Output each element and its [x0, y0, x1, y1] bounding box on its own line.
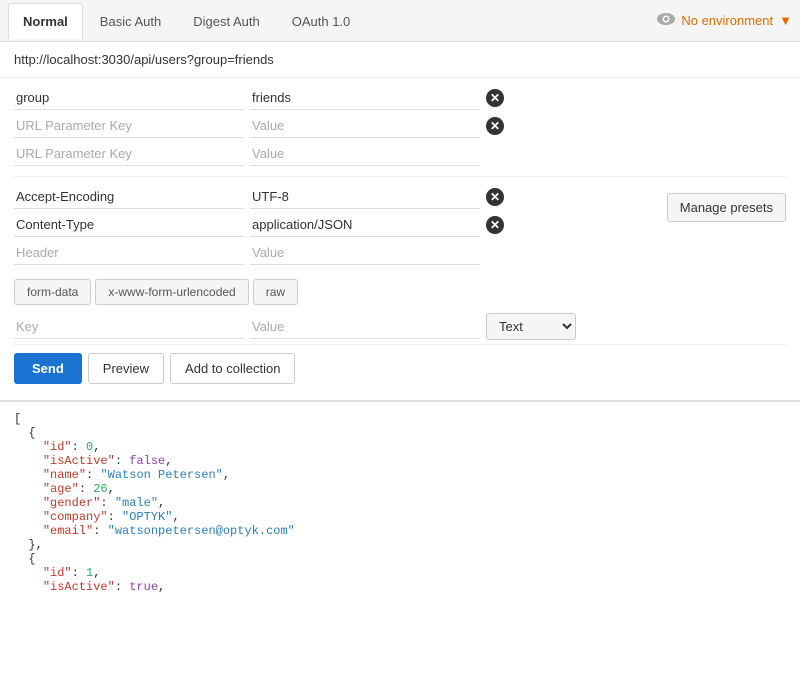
- send-button[interactable]: Send: [14, 353, 82, 384]
- param-row: ✕: [14, 86, 786, 110]
- tab-normal[interactable]: Normal: [8, 3, 83, 39]
- response-line-6: "age": 26,: [14, 482, 115, 496]
- add-to-collection-button[interactable]: Add to collection: [170, 353, 295, 384]
- response-line-7: "gender": "male",: [14, 496, 165, 510]
- remove-param-1-button[interactable]: ✕: [486, 89, 504, 107]
- header-key-3[interactable]: [14, 241, 244, 265]
- param-row: ✕: [14, 114, 786, 138]
- header-value-3[interactable]: [250, 241, 480, 265]
- remove-param-2-button[interactable]: ✕: [486, 117, 504, 135]
- response-line-1: [: [14, 412, 21, 426]
- param-key-group[interactable]: [14, 86, 244, 110]
- response-line-4: "isActive": false,: [14, 454, 172, 468]
- url-bar: http://localhost:3030/api/users?group=fr…: [0, 42, 800, 78]
- chevron-down-icon: ▼: [779, 13, 792, 28]
- body-tab-raw[interactable]: raw: [253, 279, 298, 305]
- response-line-3: "id": 0,: [14, 440, 100, 454]
- response-line-8: "company": "OPTYK",: [14, 510, 180, 524]
- preview-button[interactable]: Preview: [88, 353, 164, 384]
- action-buttons: Send Preview Add to collection: [14, 344, 786, 392]
- response-line-13: "isActive": true,: [14, 580, 165, 594]
- response-line-10: },: [14, 538, 43, 552]
- response-line-11: {: [14, 552, 36, 566]
- response-line-2: {: [14, 426, 36, 440]
- param-value-friends[interactable]: [250, 86, 480, 110]
- param-key-3[interactable]: [14, 142, 244, 166]
- param-value-2[interactable]: [250, 114, 480, 138]
- body-tab-urlencoded[interactable]: x-www-form-urlencoded: [95, 279, 248, 305]
- header-row: ✕: [14, 185, 653, 209]
- param-value-3[interactable]: [250, 142, 480, 166]
- header-row: ✕: [14, 213, 653, 237]
- tab-bar: Normal Basic Auth Digest Auth OAuth 1.0 …: [0, 0, 800, 42]
- url-value: http://localhost:3030/api/users?group=fr…: [14, 52, 274, 67]
- body-key-input[interactable]: [14, 315, 244, 339]
- headers-left: ✕ ✕: [14, 185, 653, 269]
- eye-icon: [657, 13, 675, 28]
- remove-header-2-button[interactable]: ✕: [486, 216, 504, 234]
- body-tab-form-data[interactable]: form-data: [14, 279, 91, 305]
- main-content: ✕ ✕ ✕ ✕: [0, 78, 800, 400]
- response-section: [ { "id": 0, "isActive": false, "name": …: [0, 400, 800, 620]
- section-divider: [14, 176, 786, 177]
- response-line-5: "name": "Watson Petersen",: [14, 468, 230, 482]
- env-label: No environment: [681, 13, 773, 28]
- body-tabs: form-data x-www-form-urlencoded raw: [14, 279, 786, 305]
- response-line-9: "email": "watsonpetersen@optyk.com": [14, 524, 295, 538]
- param-key-2[interactable]: [14, 114, 244, 138]
- body-kv-row: Text File: [14, 313, 786, 340]
- response-line-12: "id": 1,: [14, 566, 100, 580]
- tab-oauth[interactable]: OAuth 1.0: [277, 3, 366, 39]
- tab-basic-auth[interactable]: Basic Auth: [85, 3, 176, 39]
- header-row: [14, 241, 653, 265]
- params-section: ✕ ✕: [14, 86, 786, 166]
- env-selector[interactable]: No environment ▼: [657, 13, 792, 28]
- header-key-content-type[interactable]: [14, 213, 244, 237]
- param-row: [14, 142, 786, 166]
- body-value-input[interactable]: [250, 315, 480, 339]
- headers-section: ✕ ✕ Manage presets: [14, 185, 786, 269]
- remove-header-1-button[interactable]: ✕: [486, 188, 504, 206]
- manage-presets-button[interactable]: Manage presets: [667, 193, 786, 222]
- headers-right: Manage presets: [667, 185, 786, 269]
- header-value-json[interactable]: [250, 213, 480, 237]
- tab-digest-auth[interactable]: Digest Auth: [178, 3, 275, 39]
- header-key-accept[interactable]: [14, 185, 244, 209]
- body-type-select[interactable]: Text File: [486, 313, 576, 340]
- header-value-utf8[interactable]: [250, 185, 480, 209]
